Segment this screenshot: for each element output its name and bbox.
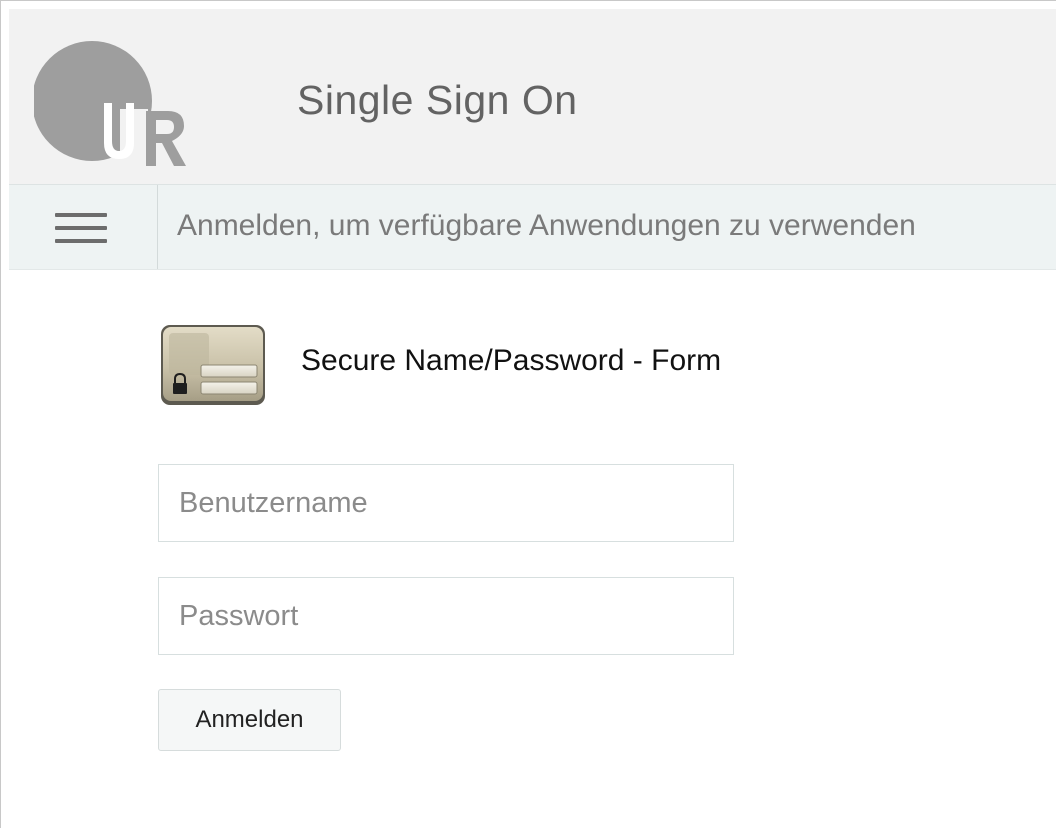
header: Single Sign On <box>9 9 1056 184</box>
nav-hint-text: Anmelden, um verfügbare Anwendungen zu v… <box>177 209 916 242</box>
menu-toggle-button[interactable] <box>9 185 158 269</box>
secure-form-lock-icon <box>161 325 265 405</box>
page: Single Sign On Anmelden, um verfügbare A… <box>0 0 1056 828</box>
navbar: Anmelden, um verfügbare Anwendungen zu v… <box>9 184 1056 270</box>
username-input[interactable] <box>158 464 734 542</box>
page-title: Single Sign On <box>297 77 578 123</box>
password-input[interactable] <box>158 577 734 655</box>
login-button[interactable]: Anmelden <box>158 689 341 751</box>
auth-method-title: Secure Name/Password - Form <box>301 344 722 377</box>
university-logo-icon <box>34 41 186 167</box>
